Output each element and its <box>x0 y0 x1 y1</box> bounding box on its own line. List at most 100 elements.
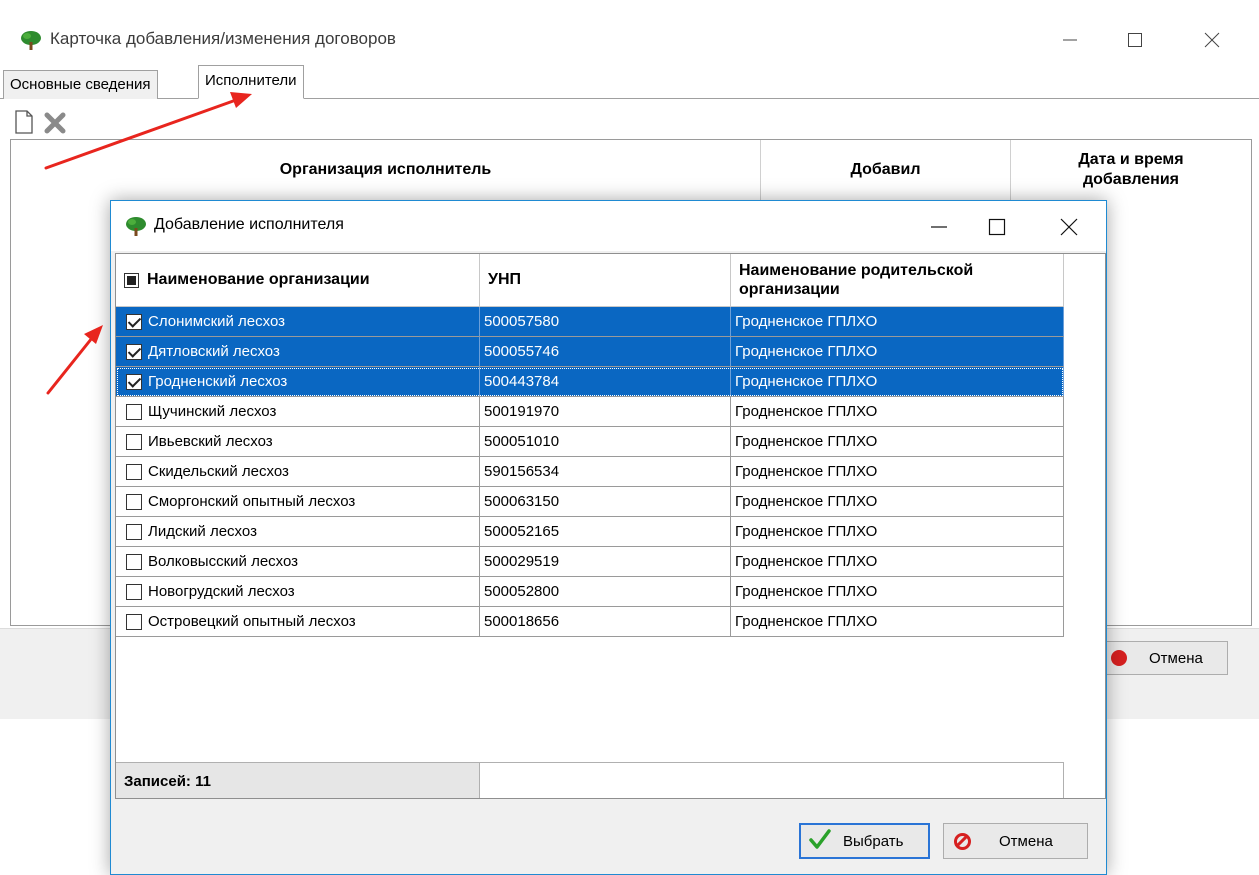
parent-org-cell[interactable]: Гродненское ГПЛХО <box>731 397 1064 426</box>
select-button-label: Выбрать <box>843 832 904 850</box>
parent-org-cell[interactable]: Гродненское ГПЛХО <box>731 487 1064 516</box>
row-checkbox[interactable] <box>126 343 142 360</box>
row-checkbox[interactable] <box>126 613 142 630</box>
org-name-cell[interactable]: Щучинский лесхоз <box>116 397 480 426</box>
unp-cell[interactable]: 500051010 <box>480 427 731 456</box>
org-name: Щучинский лесхоз <box>148 403 277 420</box>
parent-org-cell[interactable]: Гродненское ГПЛХО <box>731 607 1064 636</box>
row-checkbox[interactable] <box>126 493 142 510</box>
column-header-org-name[interactable]: Наименование организации <box>116 254 480 306</box>
table-row[interactable]: Сморгонский опытный лесхоз 500063150 Гродн… <box>116 487 1064 517</box>
org-name-cell[interactable]: Островецкий опытный лесхоз <box>116 607 480 636</box>
new-document-icon[interactable] <box>14 110 34 138</box>
table-row[interactable]: Скидельский лесхоз 590156534 Гродненское Г… <box>116 457 1064 487</box>
row-checkbox[interactable] <box>126 523 142 540</box>
unp-cell[interactable]: 500018656 <box>480 607 731 636</box>
window-titlebar: Карточка добавления/изменения договоров <box>0 0 1259 76</box>
table-row[interactable]: Гродненский лесхоз 500443784 Гродненское Г… <box>116 367 1064 397</box>
org-name: Скидельский лесхоз <box>148 463 289 480</box>
parent-org-cell[interactable]: Гродненское ГПЛХО <box>731 457 1064 486</box>
grid-header: Наименование организации УНП Наименовани… <box>116 254 1064 307</box>
dialog-title: Добавление исполнителя <box>154 216 344 233</box>
org-name: Дятловский лесхоз <box>148 343 280 360</box>
unp-cell[interactable]: 500191970 <box>480 397 731 426</box>
footer-empty-cell <box>480 763 1064 798</box>
dialog-titlebar: Добавление исполнителя <box>111 201 1106 251</box>
table-row[interactable]: Щучинский лесхоз 500191970 Гродненское ГПЛ… <box>116 397 1064 427</box>
column-header-unp[interactable]: УНП <box>480 254 731 306</box>
column-header-added-datetime[interactable]: Дата и время добавления <box>1011 140 1251 200</box>
org-name: Волковысский лесхоз <box>148 553 299 570</box>
org-name: Новогрудский лесхоз <box>148 583 295 600</box>
minimize-icon <box>931 226 947 228</box>
table-row[interactable]: Новогрудский лесхоз 500052800 Гродненское … <box>116 577 1064 607</box>
unp-cell[interactable]: 590156534 <box>480 457 731 486</box>
org-name-cell[interactable]: Скидельский лесхоз <box>116 457 480 486</box>
org-name-cell[interactable]: Ивьевский лесхоз <box>116 427 480 456</box>
row-checkbox[interactable] <box>126 553 142 570</box>
dialog-maximize-button[interactable] <box>977 209 1017 245</box>
parent-org-cell[interactable]: Гродненское ГПЛХО <box>731 577 1064 606</box>
window-title: Карточка добавления/изменения договоров <box>50 29 396 48</box>
parent-org-cell[interactable]: Гродненское ГПЛХО <box>731 517 1064 546</box>
tab-main-info[interactable]: Основные сведения <box>3 70 158 99</box>
parent-org-cell[interactable]: Гродненское ГПЛХО <box>731 307 1064 336</box>
row-checkbox[interactable] <box>126 433 142 450</box>
cancel-button[interactable]: Отмена <box>943 823 1088 859</box>
grid-footer: Записей: 11 <box>116 762 1064 798</box>
parent-org-cell[interactable]: Гродненское ГПЛХО <box>731 367 1064 396</box>
tree-icon <box>20 30 42 54</box>
minimize-icon <box>1063 39 1077 41</box>
cancel-icon <box>954 832 971 850</box>
maximize-icon <box>988 218 1006 236</box>
grid-rows: Слонимский лесхоз 500057580 Гродненское ГП… <box>116 307 1064 637</box>
unp-cell[interactable]: 500443784 <box>480 367 731 396</box>
org-name-cell[interactable]: Гродненский лесхоз <box>116 367 480 396</box>
select-all-checkbox[interactable] <box>124 272 139 288</box>
org-name: Сморгонский опытный лесхоз <box>148 493 356 510</box>
unp-cell[interactable]: 500052165 <box>480 517 731 546</box>
dialog-minimize-button[interactable] <box>919 209 959 245</box>
table-row[interactable]: Ивьевский лесхоз 500051010 Гродненское ГПЛ… <box>116 427 1064 457</box>
delete-icon[interactable] <box>44 112 66 138</box>
table-row[interactable]: Слонимский лесхоз 500057580 Гродненское ГП… <box>116 307 1064 337</box>
maximize-button[interactable] <box>1115 22 1155 58</box>
row-checkbox[interactable] <box>126 463 142 480</box>
org-name-cell[interactable]: Лидский лесхоз <box>116 517 480 546</box>
row-checkbox[interactable] <box>126 403 142 420</box>
row-checkbox[interactable] <box>126 313 142 330</box>
org-name: Слонимский лесхоз <box>148 313 286 330</box>
column-header-executor-org[interactable]: Организация исполнитель <box>11 140 761 200</box>
close-icon <box>1060 218 1078 236</box>
table-row[interactable]: Дятловский лесхоз 500055746 Гродненское ГП… <box>116 337 1064 367</box>
column-header-parent-org[interactable]: Наименование родительской организации <box>731 254 1064 306</box>
minimize-button[interactable] <box>1050 22 1090 58</box>
cancel-icon <box>1111 650 1127 666</box>
table-row[interactable]: Волковысский лесхоз 500029519 Гродненское … <box>116 547 1064 577</box>
org-name-cell[interactable]: Дятловский лесхоз <box>116 337 480 366</box>
outer-cancel-button[interactable]: Отмена <box>1092 641 1228 675</box>
row-checkbox[interactable] <box>126 373 142 390</box>
close-button[interactable] <box>1192 22 1232 58</box>
parent-org-cell[interactable]: Гродненское ГПЛХО <box>731 337 1064 366</box>
unp-cell[interactable]: 500055746 <box>480 337 731 366</box>
org-name-cell[interactable]: Новогрудский лесхоз <box>116 577 480 606</box>
org-name: Островецкий опытный лесхоз <box>148 613 356 630</box>
column-header-added-by[interactable]: Добавил <box>761 140 1011 200</box>
table-row[interactable]: Лидский лесхоз 500052165 Гродненское ГПЛХО <box>116 517 1064 547</box>
row-checkbox[interactable] <box>126 583 142 600</box>
parent-org-cell[interactable]: Гродненское ГПЛХО <box>731 427 1064 456</box>
dialog-close-button[interactable] <box>1049 209 1089 245</box>
org-name: Гродненский лесхоз <box>148 373 288 390</box>
tab-executors[interactable]: Исполнители <box>198 65 304 99</box>
unp-cell[interactable]: 500057580 <box>480 307 731 336</box>
parent-org-cell[interactable]: Гродненское ГПЛХО <box>731 547 1064 576</box>
unp-cell[interactable]: 500063150 <box>480 487 731 516</box>
unp-cell[interactable]: 500029519 <box>480 547 731 576</box>
org-name-cell[interactable]: Слонимский лесхоз <box>116 307 480 336</box>
select-button[interactable]: Выбрать <box>799 823 930 859</box>
unp-cell[interactable]: 500052800 <box>480 577 731 606</box>
org-name-cell[interactable]: Сморгонский опытный лесхоз <box>116 487 480 516</box>
org-name-cell[interactable]: Волковысский лесхоз <box>116 547 480 576</box>
table-row[interactable]: Островецкий опытный лесхоз 500018656 Гродн… <box>116 607 1064 637</box>
